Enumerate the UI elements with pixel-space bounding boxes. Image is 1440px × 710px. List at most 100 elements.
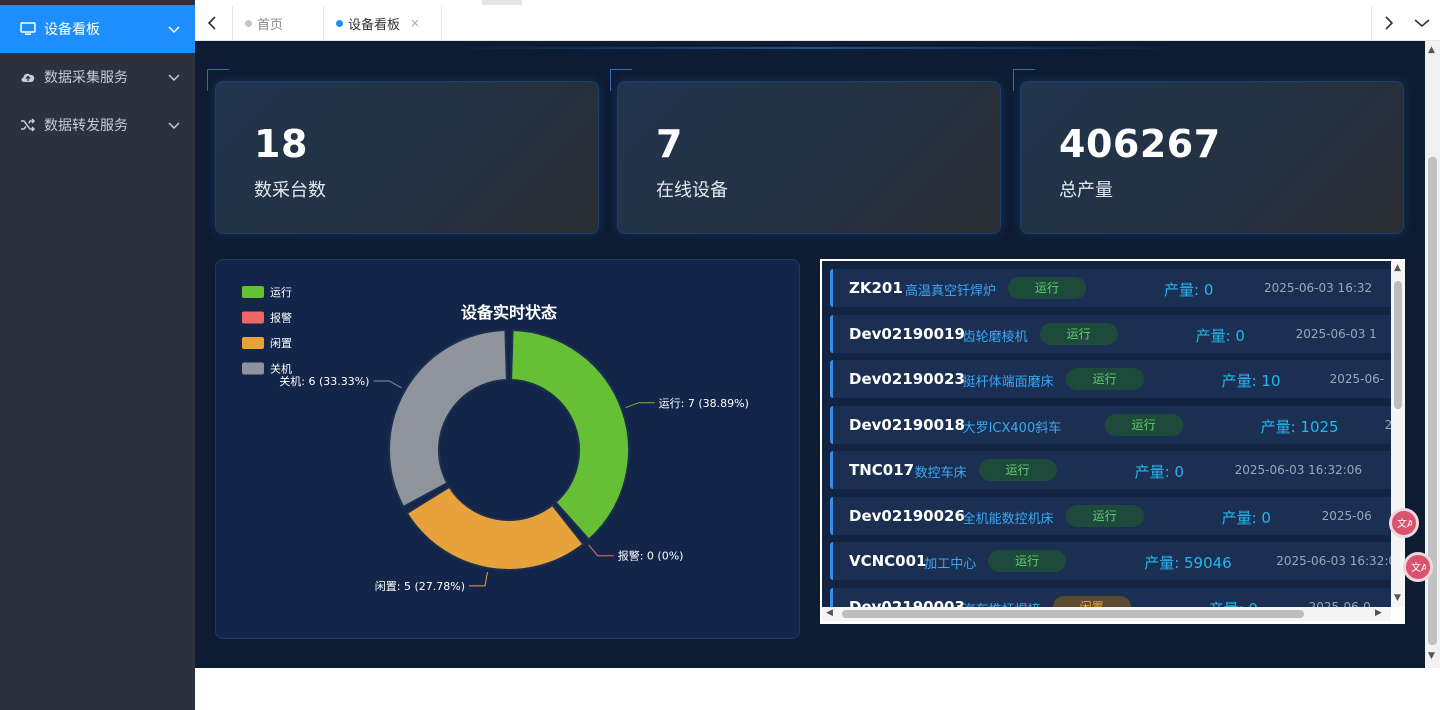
tab-bar: 首页 设备看板 ×	[195, 0, 1440, 41]
device-row[interactable]: TNC017 数控车床 运行 产量: 0 2025-06-03 16:32:06	[830, 451, 1391, 489]
pie-label-line	[469, 572, 488, 587]
stat-label: 总产量	[1059, 180, 1113, 201]
pie-slice	[388, 329, 508, 508]
device-code: Dev02190019	[849, 324, 965, 343]
device-list-horizontal-scrollbar[interactable]: ◀ ▶	[822, 607, 1391, 621]
device-production: 产量: 0	[1134, 463, 1184, 481]
scroll-down-arrow-icon[interactable]: ▼	[1428, 651, 1435, 661]
device-row[interactable]: Dev02190026 全机能数控机床 运行 产量: 0 2025-06	[830, 496, 1391, 535]
tab-menu-dropdown-button[interactable]	[1405, 6, 1439, 40]
scroll-thumb[interactable]	[1394, 281, 1402, 409]
legend-label: 关机	[270, 362, 292, 376]
decor-line	[445, 47, 1185, 49]
scroll-thumb[interactable]	[842, 610, 1304, 618]
device-name: 全机能数控机床	[962, 511, 1054, 527]
device-production: 产量: 10	[1221, 372, 1281, 390]
sidebar-item-data-collection[interactable]: 数据采集服务	[0, 53, 195, 101]
legend-swatch	[242, 362, 264, 375]
device-row[interactable]: Dev02190023 挺杆体端面磨床 运行 产量: 10 2025-06-	[830, 360, 1391, 398]
device-name: 汽车推杆焊接	[963, 599, 1041, 608]
device-production: 产量: 1025	[1260, 417, 1339, 436]
legend-label: 运行	[270, 286, 292, 299]
device-time: 2025-06-03 16:32	[1264, 281, 1373, 295]
status-badge: 运行	[978, 459, 1057, 481]
tab-scroll-left-button[interactable]	[195, 6, 229, 40]
scroll-down-arrow-icon[interactable]: ▼	[1394, 593, 1401, 603]
legend-swatch	[242, 311, 264, 324]
tab-dot	[245, 20, 252, 27]
tab-scroll-right-button[interactable]	[1371, 6, 1405, 40]
tab-device-board[interactable]: 设备看板 ×	[324, 6, 442, 40]
device-time: 2025-06-03 1	[1295, 326, 1377, 341]
pie-label: 关机: 6 (33.33%)	[279, 374, 369, 388]
device-row[interactable]: ZK201 高温真空钎焊炉 运行 产量: 0 2025-06-03 16:32	[830, 269, 1391, 307]
tab-label: 设备看板	[348, 17, 401, 33]
device-code: ZK201	[849, 279, 903, 297]
device-code: Dev02190003	[849, 597, 965, 608]
svg-text:文A: 文A	[1397, 517, 1412, 530]
sidebar-item-label: 数据采集服务	[44, 70, 128, 86]
device-name: 加工中心	[924, 557, 977, 572]
stat-value: 18	[254, 122, 308, 166]
translate-icon[interactable]: 文A	[1389, 508, 1419, 538]
close-icon[interactable]: ×	[410, 16, 420, 30]
chevron-down-icon	[167, 118, 181, 132]
status-badge: 运行	[1065, 504, 1144, 527]
device-name: 大罗ICX400斜车	[962, 420, 1062, 436]
device-code: Dev02190026	[849, 506, 965, 525]
pie-label-line	[588, 544, 614, 557]
device-list-vertical-scrollbar[interactable]: ▲ ▼	[1391, 261, 1405, 607]
dashboard: 18 数采台数 7 在线设备 406267 总产量 设备实时状态 运行 报警 闲置 关机…	[195, 41, 1425, 668]
device-row[interactable]: VCNC001 加工中心 运行 产量: 59046 2025-06-03 16:32:0…	[830, 542, 1391, 580]
status-badge: 运行	[1008, 277, 1086, 299]
pie-label: 运行: 7 (38.89%)	[659, 397, 749, 410]
device-production: 产量: 59046	[1144, 554, 1232, 572]
device-production: 产量: 0	[1221, 508, 1271, 527]
monitor-icon	[20, 21, 36, 37]
pie-label: 报警: 0 (0%)	[618, 549, 684, 563]
chevron-down-icon	[167, 22, 181, 36]
status-badge: 运行	[1104, 413, 1183, 436]
device-name: 数控车床	[914, 466, 967, 481]
scroll-right-arrow-icon[interactable]: ▶	[1375, 608, 1382, 618]
scroll-up-arrow-icon[interactable]: ▲	[1394, 263, 1401, 273]
stat-label: 数采台数	[254, 180, 326, 201]
cloud-upload-icon	[20, 69, 36, 85]
scroll-left-arrow-icon[interactable]: ◀	[826, 608, 833, 618]
device-row[interactable]: Dev02190019 齿轮磨棱机 运行 产量: 0 2025-06-03 1	[830, 314, 1391, 353]
device-row[interactable]: Dev02190018大罗ICX400斜车运行产量: 10252025-06	[830, 405, 1391, 444]
sidebar: 设备看板 数据采集服务 数据转发服务	[0, 0, 195, 710]
device-code: Dev02190018	[849, 415, 965, 434]
device-row[interactable]: Dev02190003汽车推杆焊接 闲置 产量: 0 2025-06-0	[830, 587, 1391, 608]
device-name: 齿轮磨棱机	[962, 329, 1028, 345]
translate-icon[interactable]: 文A	[1403, 552, 1433, 582]
device-time: 2025-06	[1321, 508, 1372, 523]
pie-slice	[510, 329, 630, 541]
stat-card-production: 406267 总产量	[1020, 81, 1404, 234]
sidebar-item-device-board[interactable]: 设备看板	[0, 5, 195, 53]
chevron-left-icon	[207, 16, 216, 30]
shuffle-icon	[20, 117, 36, 133]
status-chart-panel: 设备实时状态 运行 报警 闲置 关机 运行: 7 (38.89%) 报警: 0 (0%) 闲置…	[215, 259, 800, 639]
chevron-right-icon	[1384, 16, 1393, 30]
pie-label-line	[373, 380, 402, 389]
stat-card-collectors: 18 数采台数	[215, 81, 599, 234]
chevron-down-icon	[167, 70, 181, 84]
status-badge: 运行	[1065, 368, 1144, 390]
sidebar-item-label: 设备看板	[44, 22, 100, 38]
sidebar-item-data-forwarding[interactable]: 数据转发服务	[0, 101, 195, 149]
pie-label: 闲置: 5 (27.78%)	[375, 579, 465, 593]
status-pie-chart: 设备实时状态 运行报警闲置关机运行: 7 (38.89%) 报警: 0 (0%) 闲置…	[242, 286, 749, 593]
status-badge: 运行	[988, 550, 1067, 572]
device-production: 产量: 0	[1164, 281, 1214, 299]
device-time: 2025-06-0	[1308, 599, 1371, 608]
device-time: 2025-06-	[1329, 372, 1385, 386]
tab-home[interactable]: 首页	[232, 6, 324, 40]
stat-card-online: 7 在线设备	[617, 81, 1001, 234]
scroll-up-arrow-icon[interactable]: ▲	[1428, 45, 1435, 55]
device-code: TNC017	[849, 461, 915, 479]
device-list-panel: ZK201 高温真空钎焊炉 运行 产量: 0 2025-06-03 16:32 Dev02…	[820, 259, 1405, 624]
device-code: Dev02190023	[849, 370, 965, 388]
stat-value: 406267	[1059, 122, 1221, 166]
tab-label: 首页	[257, 17, 284, 33]
